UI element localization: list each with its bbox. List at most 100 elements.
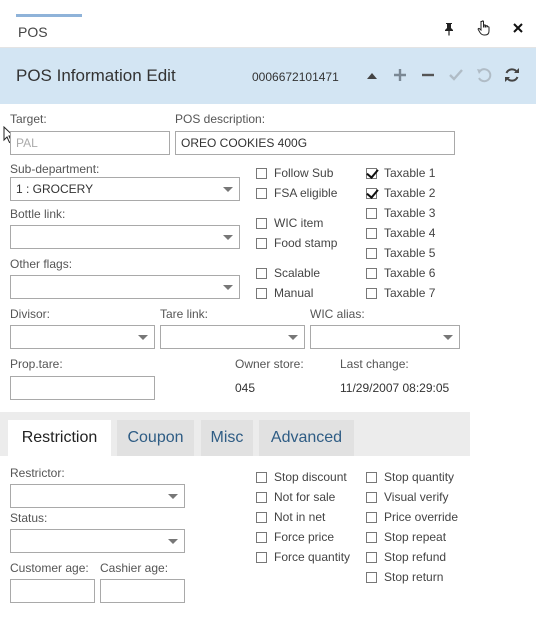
pos-description-label: POS description: [175,112,266,126]
check-icon[interactable] [445,64,467,86]
checkbox-box[interactable] [366,207,377,219]
tare-link-label: Tare link: [160,307,209,321]
stop-return-checkbox[interactable]: Stop return [366,569,443,585]
checkbox-box[interactable] [256,491,267,503]
tab-misc[interactable]: Misc [201,420,253,456]
other-flags-select[interactable] [10,275,240,299]
stop-quantity-checkbox[interactable]: Stop quantity [366,469,454,485]
checkbox-label: Not in net [274,510,326,524]
checkbox-label: Taxable 6 [384,266,436,280]
visual-verify-checkbox[interactable]: Visual verify [366,489,448,505]
restrictor-select[interactable] [10,484,185,508]
tab-label: Coupon [127,429,184,446]
checkbox-label: Stop refund [384,550,447,564]
checkbox-box[interactable] [256,267,267,279]
taxable-2-checkbox[interactable]: Taxable 2 [366,185,435,201]
pointer-icon[interactable] [475,19,493,37]
scalable-checkbox[interactable]: Scalable [256,265,320,281]
checkbox-box[interactable] [256,531,267,543]
pin-icon[interactable] [440,20,458,38]
bottle-link-select[interactable] [10,225,240,249]
chevron-down-icon [288,335,298,340]
stop-discount-checkbox[interactable]: Stop discount [256,469,347,485]
tare-link-select[interactable] [160,325,305,349]
checkbox-label: Manual [274,286,314,300]
checkbox-label: Taxable 2 [384,186,436,200]
follow-sub-checkbox[interactable]: Follow Sub [256,165,333,181]
checkbox-label: Force quantity [274,550,351,564]
fsa-eligible-checkbox[interactable]: FSA eligible [256,185,337,201]
last-change-label: Last change: [340,357,409,371]
taxable-1-checkbox[interactable]: Taxable 1 [366,165,435,181]
chevron-down-icon [223,285,233,290]
pos-description-input[interactable]: OREO COOKIES 400G [175,131,455,155]
record-code: 0006672101471 [252,70,339,84]
checkbox-box[interactable] [366,247,377,259]
minus-icon[interactable] [417,64,439,86]
checkbox-box[interactable] [366,187,377,199]
wic-item-checkbox[interactable]: WIC item [256,215,323,231]
checkbox-label: Stop quantity [384,470,455,484]
taxable-4-checkbox[interactable]: Taxable 4 [366,225,435,241]
chevron-down-icon [223,235,233,240]
checkbox-box[interactable] [366,511,377,523]
checkbox-box[interactable] [366,287,377,299]
close-icon[interactable] [509,19,527,37]
window-tab-pos[interactable]: POS [16,14,82,44]
force-price-checkbox[interactable]: Force price [256,529,334,545]
checkbox-box[interactable] [256,287,267,299]
price-override-checkbox[interactable]: Price override [366,509,458,525]
checkbox-box[interactable] [256,237,267,249]
tab-restriction[interactable]: Restriction [8,420,111,456]
checkbox-box[interactable] [366,571,377,583]
divisor-label: Divisor: [10,307,51,321]
taxable-5-checkbox[interactable]: Taxable 5 [366,245,435,261]
wic-alias-select[interactable] [310,325,460,349]
checkbox-box[interactable] [366,531,377,543]
manual-checkbox[interactable]: Manual [256,285,313,301]
checkbox-box[interactable] [366,551,377,563]
taxable-3-checkbox[interactable]: Taxable 3 [366,205,435,221]
status-select[interactable] [10,529,185,553]
checkbox-box[interactable] [366,491,377,503]
checkbox-label: FSA eligible [274,186,338,200]
arrow-up-icon[interactable] [361,64,383,86]
checkbox-label: Price override [384,510,459,524]
sub-department-select[interactable]: 1 : GROCERY [10,177,240,201]
target-input[interactable]: PAL [10,131,170,155]
checkbox-box[interactable] [366,267,377,279]
food-stamp-checkbox[interactable]: Food stamp [256,235,337,251]
checkbox-box[interactable] [366,227,377,239]
checkbox-box[interactable] [256,471,267,483]
checkbox-box[interactable] [256,167,267,179]
checkbox-box[interactable] [256,511,267,523]
refresh-icon[interactable] [501,64,523,86]
window-tab-label: POS [18,24,48,40]
tab-accent-bar [16,14,82,17]
checkbox-box[interactable] [256,187,267,199]
checkbox-box[interactable] [256,551,267,563]
prop-tare-input[interactable] [10,376,155,400]
chevron-down-icon [138,335,148,340]
other-flags-label: Other flags: [10,257,73,271]
taxable-7-checkbox[interactable]: Taxable 7 [366,285,435,301]
sub-department-value: 1 : GROCERY [16,182,94,196]
undo-icon[interactable] [473,64,495,86]
plus-icon[interactable] [389,64,411,86]
checkbox-label: Stop discount [274,470,347,484]
not-in-net-checkbox[interactable]: Not in net [256,509,325,525]
customer-age-input[interactable] [10,579,95,603]
taxable-6-checkbox[interactable]: Taxable 6 [366,265,435,281]
not-for-sale-checkbox[interactable]: Not for sale [256,489,335,505]
divisor-select[interactable] [10,325,155,349]
force-quantity-checkbox[interactable]: Force quantity [256,549,350,565]
tab-label: Misc [210,429,244,446]
stop-refund-checkbox[interactable]: Stop refund [366,549,446,565]
tab-advanced[interactable]: Advanced [259,420,354,456]
checkbox-box[interactable] [366,167,377,179]
checkbox-box[interactable] [256,217,267,229]
cashier-age-input[interactable] [100,579,185,603]
tab-coupon[interactable]: Coupon [117,420,194,456]
checkbox-box[interactable] [366,471,377,483]
stop-repeat-checkbox[interactable]: Stop repeat [366,529,446,545]
